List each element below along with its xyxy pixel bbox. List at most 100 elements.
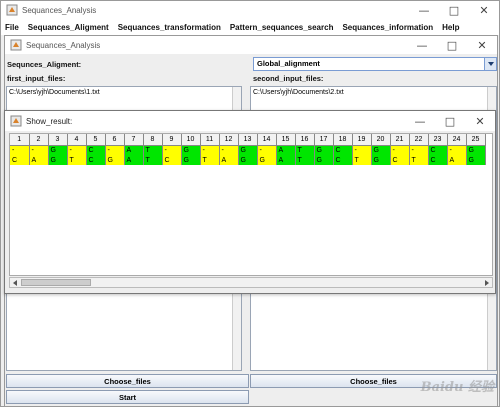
column-header[interactable]: 5 bbox=[86, 134, 106, 146]
sequence-1-cell[interactable]: T bbox=[143, 145, 163, 155]
column-header[interactable]: 8 bbox=[143, 134, 163, 146]
close-icon[interactable]: ✕ bbox=[469, 1, 499, 19]
column-header[interactable]: 23 bbox=[428, 134, 448, 146]
sequence-2-cell[interactable]: C bbox=[162, 155, 182, 165]
sequence-2-cell[interactable]: A bbox=[447, 155, 467, 165]
close-icon[interactable]: ✕ bbox=[465, 112, 495, 130]
chevron-down-icon[interactable] bbox=[484, 58, 496, 70]
sequence-2-cell[interactable]: G bbox=[466, 155, 486, 165]
column-header[interactable]: 10 bbox=[181, 134, 201, 146]
column-header[interactable]: 13 bbox=[238, 134, 258, 146]
column-header[interactable]: 3 bbox=[48, 134, 68, 146]
sequence-2-cell[interactable]: G bbox=[181, 155, 201, 165]
sequence-1-cell[interactable]: T bbox=[295, 145, 315, 155]
sequence-1-cell[interactable]: C bbox=[86, 145, 106, 155]
menu-pattern-sequances-search[interactable]: Pattern_sequances_search bbox=[230, 23, 334, 32]
maximize-icon[interactable]: □ bbox=[437, 36, 467, 54]
sequence-1-cell[interactable]: C bbox=[428, 145, 448, 155]
column-header[interactable]: 7 bbox=[124, 134, 144, 146]
minimize-icon[interactable]: — bbox=[407, 36, 437, 54]
minimize-icon[interactable]: — bbox=[409, 1, 439, 19]
column-header[interactable]: 24 bbox=[447, 134, 467, 146]
minimize-icon[interactable]: — bbox=[405, 112, 435, 130]
sequence-1-cell[interactable]: - bbox=[390, 145, 410, 155]
column-header[interactable]: 1 bbox=[10, 134, 30, 146]
sequence-2-cell[interactable]: C bbox=[428, 155, 448, 165]
sequence-1-cell[interactable]: - bbox=[257, 145, 277, 155]
sequence-2-cell[interactable]: T bbox=[295, 155, 315, 165]
sequence-1-cell[interactable]: G bbox=[314, 145, 334, 155]
column-header[interactable]: 11 bbox=[200, 134, 220, 146]
sequence-2-cell[interactable]: T bbox=[143, 155, 163, 165]
sequence-1-cell[interactable]: - bbox=[105, 145, 125, 155]
sequence-2-cell[interactable]: A bbox=[124, 155, 144, 165]
choose-files-left-button[interactable]: Choose_files bbox=[6, 374, 249, 388]
menu-sequances-information[interactable]: Sequances_information bbox=[342, 23, 433, 32]
sequence-1-cell[interactable]: - bbox=[409, 145, 429, 155]
sequence-1-cell[interactable]: G bbox=[181, 145, 201, 155]
sequence-2-cell[interactable]: G bbox=[238, 155, 258, 165]
sequence-2-cell[interactable]: A bbox=[276, 155, 296, 165]
sequence-1-cell[interactable]: C bbox=[333, 145, 353, 155]
maximize-icon[interactable]: □ bbox=[439, 1, 469, 19]
column-header[interactable]: 9 bbox=[162, 134, 182, 146]
start-button[interactable]: Start bbox=[6, 390, 249, 404]
column-header[interactable]: 19 bbox=[352, 134, 372, 146]
sequence-1-cell[interactable]: - bbox=[200, 145, 220, 155]
sequence-1-cell[interactable]: - bbox=[67, 145, 87, 155]
sequence-1-cell[interactable]: - bbox=[447, 145, 467, 155]
sequence-2-cell[interactable]: T bbox=[352, 155, 372, 165]
column-header[interactable]: 21 bbox=[390, 134, 410, 146]
sequence-2-cell[interactable]: T bbox=[409, 155, 429, 165]
menu-sequances-transformation[interactable]: Sequances_transformation bbox=[118, 23, 221, 32]
first-input-label: first_input_files: bbox=[7, 74, 66, 83]
sequence-2-cell[interactable]: A bbox=[219, 155, 239, 165]
sequence-2-cell[interactable]: G bbox=[48, 155, 68, 165]
sequence-2-cell[interactable]: C bbox=[86, 155, 106, 165]
column-header[interactable]: 15 bbox=[276, 134, 296, 146]
sequence-2-cell[interactable]: G bbox=[314, 155, 334, 165]
menu-file[interactable]: File bbox=[5, 23, 19, 32]
column-header[interactable]: 14 bbox=[257, 134, 277, 146]
sequence-2-cell[interactable]: G bbox=[257, 155, 277, 165]
close-icon[interactable]: ✕ bbox=[467, 36, 497, 54]
sequence-1-cell[interactable]: - bbox=[29, 145, 49, 155]
menu-help[interactable]: Help bbox=[442, 23, 459, 32]
sequence-2-cell[interactable]: A bbox=[29, 155, 49, 165]
column-header[interactable]: 17 bbox=[314, 134, 334, 146]
menu-sequances-aligment[interactable]: Sequances_Aligment bbox=[28, 23, 109, 32]
maximize-icon[interactable]: □ bbox=[435, 112, 465, 130]
column-header[interactable]: 4 bbox=[67, 134, 87, 146]
sequence-1-cell[interactable]: - bbox=[162, 145, 182, 155]
sequence-1-cell[interactable]: - bbox=[219, 145, 239, 155]
column-header[interactable]: 25 bbox=[466, 134, 486, 146]
column-header[interactable]: 16 bbox=[295, 134, 315, 146]
sequence-2-cell[interactable]: T bbox=[67, 155, 87, 165]
sequence-1-cell[interactable]: - bbox=[352, 145, 372, 155]
sequence-2-cell[interactable]: C bbox=[390, 155, 410, 165]
scroll-thumb[interactable] bbox=[21, 279, 91, 286]
scroll-left-icon[interactable] bbox=[10, 278, 20, 287]
sequence-1-cell[interactable]: G bbox=[371, 145, 391, 155]
column-header[interactable]: 22 bbox=[409, 134, 429, 146]
horizontal-scrollbar[interactable] bbox=[9, 277, 493, 288]
result-table-area[interactable]: 1 2 3 4 5 6 7 8 9 10 11 12 13 14 15 16 17 18 19 20 21 22 23 24 2… bbox=[9, 133, 493, 276]
sequence-1-cell[interactable]: A bbox=[276, 145, 296, 155]
sequence-2-cell[interactable]: G bbox=[371, 155, 391, 165]
sequence-1-cell[interactable]: G bbox=[238, 145, 258, 155]
column-header[interactable]: 18 bbox=[333, 134, 353, 146]
column-header[interactable]: 20 bbox=[371, 134, 391, 146]
sequence-2-cell[interactable]: T bbox=[200, 155, 220, 165]
sequence-1-cell[interactable]: A bbox=[124, 145, 144, 155]
scroll-right-icon[interactable] bbox=[482, 278, 492, 287]
sequence-2-cell[interactable]: C bbox=[333, 155, 353, 165]
column-header[interactable]: 6 bbox=[105, 134, 125, 146]
column-header[interactable]: 12 bbox=[219, 134, 239, 146]
sequence-1-cell[interactable]: - bbox=[10, 145, 30, 155]
sequence-2-cell[interactable]: G bbox=[105, 155, 125, 165]
sequence-1-cell[interactable]: G bbox=[48, 145, 68, 155]
column-header[interactable]: 2 bbox=[29, 134, 49, 146]
sequence-1-cell[interactable]: G bbox=[466, 145, 486, 155]
alignment-select[interactable]: Global_alignment bbox=[253, 57, 497, 71]
sequence-2-cell[interactable]: C bbox=[10, 155, 30, 165]
